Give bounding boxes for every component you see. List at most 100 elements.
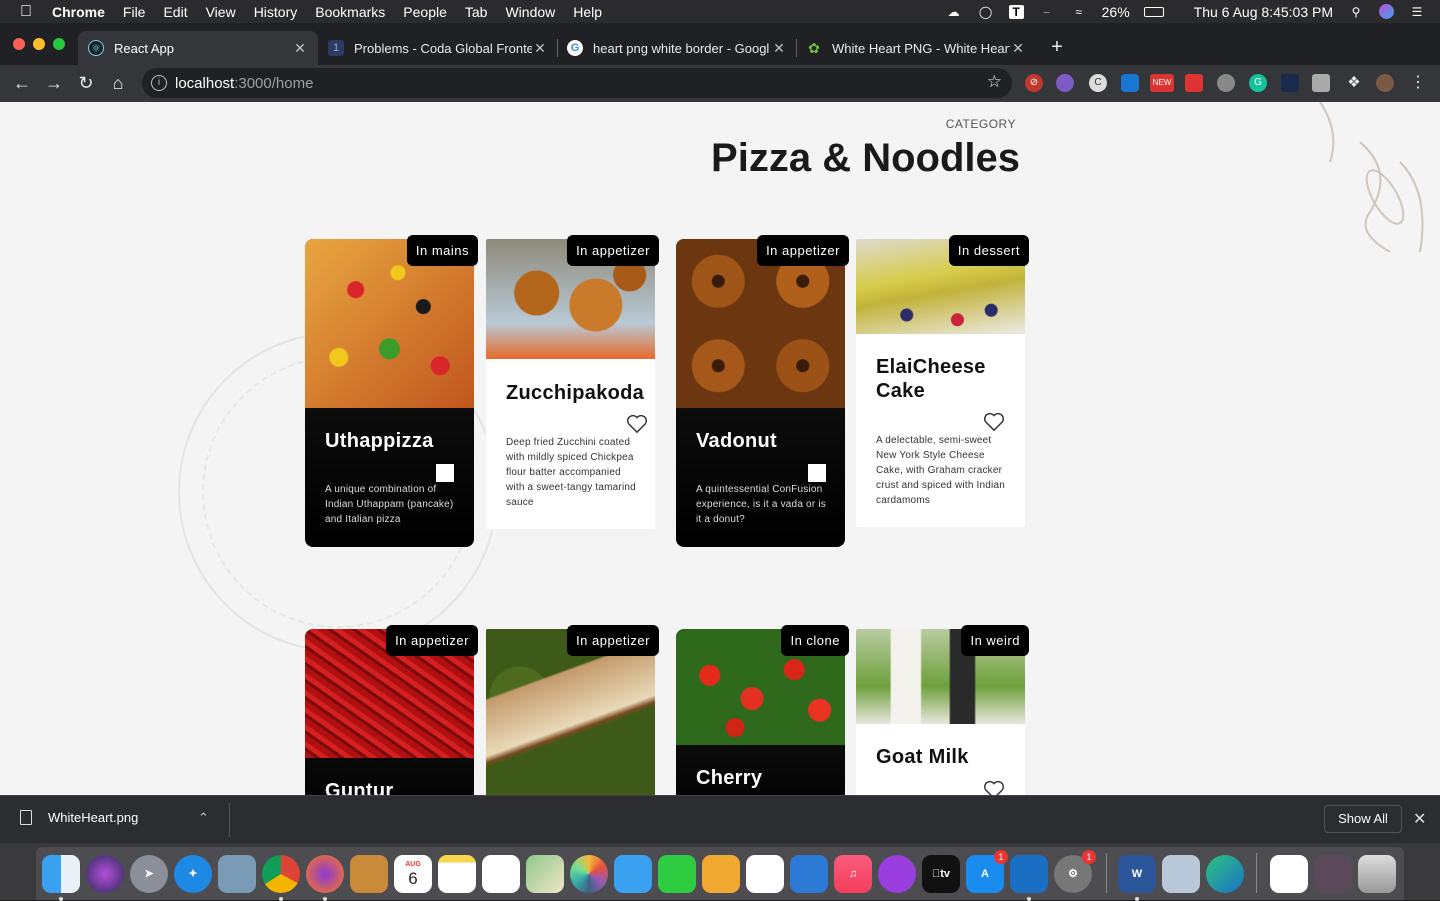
dish-card-goat-milk[interactable]: In weird Goat Milk (856, 625, 1029, 795)
image-capture-icon[interactable] (1162, 855, 1200, 893)
grammarly-icon[interactable]: G (1249, 74, 1267, 92)
dish-card-vadonut[interactable]: In appetizer Vadonut A quintessential Co… (676, 235, 849, 547)
keynote-icon[interactable] (790, 855, 828, 893)
battery-icon[interactable] (1143, 6, 1164, 17)
tab-white-heart-png[interactable]: ✿ White Heart PNG - White Heart ✕ (796, 31, 1036, 65)
new-tab-plus-icon[interactable]: + (1046, 37, 1068, 59)
downloads-stack-icon[interactable] (1314, 855, 1352, 893)
menu-help[interactable]: Help (564, 4, 611, 20)
menu-bookmarks[interactable]: Bookmarks (306, 4, 394, 20)
site-info-icon[interactable]: i (151, 75, 167, 91)
siri-icon[interactable] (1379, 4, 1394, 19)
contacts-icon[interactable] (350, 855, 388, 893)
back-arrow-icon[interactable]: ← (9, 71, 35, 95)
dish-card-elaicheese-cake[interactable]: In dessert ElaiCheese Cake A delectable,… (856, 235, 1029, 527)
document-thumbnail-icon[interactable] (1270, 855, 1308, 893)
extension-c-icon[interactable]: C (1089, 74, 1107, 92)
sync-icon[interactable]: ◯ (977, 5, 995, 19)
spotlight-search-icon[interactable]: ⚲ (1347, 5, 1365, 19)
wifi-icon[interactable]: ≈ (1070, 5, 1088, 19)
calendar-icon[interactable]: AUG 6 (394, 855, 432, 893)
dish-card-cherry-tomato[interactable]: In clone Cherry (676, 625, 849, 795)
window-zoom-button[interactable] (53, 38, 65, 50)
keynote-slides-icon[interactable] (702, 855, 740, 893)
messages-icon[interactable] (614, 855, 652, 893)
extension-new-icon[interactable]: NEW (1150, 74, 1174, 92)
extension-blue-icon[interactable] (1121, 74, 1139, 92)
numbers-icon[interactable] (746, 855, 784, 893)
tab-close-icon[interactable]: ✕ (292, 40, 308, 57)
menu-app-name[interactable]: Chrome (52, 4, 114, 20)
bluetooth-icon[interactable] (1038, 5, 1056, 19)
extension-puzzle-grid-icon[interactable] (1312, 74, 1330, 92)
dish-card-guntur[interactable]: In appetizer Guntur (305, 625, 478, 795)
favorite-toggle-box[interactable] (808, 464, 826, 482)
apple-menu-icon[interactable]:  (0, 3, 52, 21)
close-icon[interactable]: ✕ (1413, 809, 1426, 829)
bookmark-star-icon[interactable]: ☆ (987, 72, 1002, 92)
heart-icon[interactable] (983, 780, 1005, 795)
microsoft-word-icon[interactable]: W (1118, 855, 1156, 893)
vscode-icon[interactable] (1010, 855, 1048, 893)
heart-icon[interactable] (626, 414, 648, 434)
tab-close-icon[interactable]: ✕ (1010, 40, 1026, 57)
favorite-toggle-box[interactable] (436, 464, 454, 482)
download-item[interactable]: WhiteHeart.png (20, 810, 138, 825)
podcasts-icon[interactable] (878, 855, 916, 893)
photos-icon[interactable] (570, 855, 608, 893)
google-icon: G (567, 40, 583, 56)
chevron-up-icon[interactable]: ⌃ (198, 810, 209, 826)
launchpad-icon[interactable]: ➤ (130, 855, 168, 893)
creative-cloud-icon[interactable]: ☁ (945, 5, 963, 19)
menu-edit[interactable]: Edit (154, 4, 196, 20)
home-icon[interactable]: ⌂ (105, 71, 131, 95)
menu-view[interactable]: View (197, 4, 245, 20)
menu-tab[interactable]: Tab (456, 4, 497, 20)
music-icon[interactable]: ♫ (834, 855, 872, 893)
extension-record-icon[interactable] (1217, 74, 1235, 92)
chrome-icon[interactable] (262, 855, 300, 893)
extension-dark-icon[interactable] (1281, 74, 1299, 92)
finder-icon[interactable] (42, 855, 80, 893)
window-close-button[interactable] (13, 38, 25, 50)
extensions-puzzle-icon[interactable]: ❖ (1345, 74, 1363, 92)
show-all-button[interactable]: Show All (1324, 805, 1402, 833)
trash-icon[interactable] (1358, 855, 1396, 893)
maps-icon[interactable] (526, 855, 564, 893)
menu-people[interactable]: People (394, 4, 456, 20)
menu-window[interactable]: Window (496, 4, 564, 20)
profile-avatar[interactable] (1376, 74, 1394, 92)
address-bar[interactable]: i localhost:3000/home ☆ (142, 68, 1012, 98)
menu-history[interactable]: History (245, 4, 307, 20)
siri-icon[interactable] (86, 855, 124, 893)
reminders-icon[interactable] (482, 855, 520, 893)
clock[interactable]: Thu 6 Aug 8:45:03 PM (1194, 4, 1333, 20)
tab-coda-problems[interactable]: 1 Problems - Coda Global Fronte ✕ (318, 31, 558, 65)
heart-icon[interactable] (983, 412, 1005, 432)
dish-card-paneer[interactable]: In appetizer (486, 625, 659, 795)
extension-drop-icon[interactable] (1056, 74, 1074, 92)
firefox-icon[interactable] (306, 855, 344, 893)
tab-react-app[interactable]: ⚛ React App ✕ (78, 31, 318, 65)
tab-google-search[interactable]: G heart png white border - Googl ✕ (557, 31, 797, 65)
notes-icon[interactable] (438, 855, 476, 893)
tab-title: White Heart PNG - White Heart (832, 40, 1010, 56)
tab-close-icon[interactable]: ✕ (771, 40, 787, 57)
chrome-menu-icon[interactable]: ⋮ (1409, 74, 1427, 92)
dish-card-zucchipakoda[interactable]: In appetizer Zucchipakoda Deep fried Zuc… (486, 235, 659, 529)
facetime-icon[interactable] (658, 855, 696, 893)
window-minimize-button[interactable] (33, 38, 45, 50)
dish-card-uthappizza[interactable]: In mains Uthappizza A unique combination… (305, 235, 478, 547)
extension-block-icon[interactable]: ⊘ (1025, 74, 1043, 92)
preview-icon[interactable] (218, 855, 256, 893)
edge-browser-icon[interactable] (1206, 855, 1244, 893)
forward-arrow-icon[interactable]: → (41, 71, 67, 95)
menu-file[interactable]: File (114, 4, 155, 20)
text-tool-icon[interactable]: T (1008, 4, 1024, 19)
tab-close-icon[interactable]: ✕ (532, 40, 548, 57)
safari-icon[interactable]: ✦ (174, 855, 212, 893)
extension-red-icon[interactable] (1185, 74, 1203, 92)
notification-center-icon[interactable]: ☰ (1408, 5, 1426, 19)
reload-icon[interactable]: ↻ (73, 71, 99, 95)
apple-tv-icon[interactable]: tv (922, 855, 960, 893)
